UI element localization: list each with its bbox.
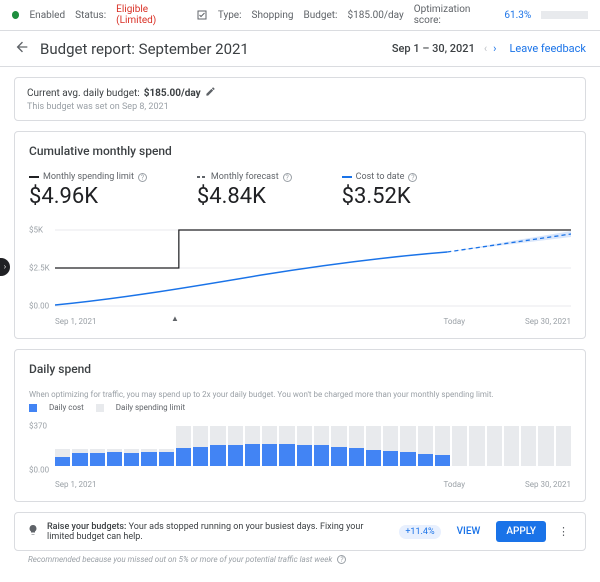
campaign-top-bar: Enabled Status: Eligible (Limited) Type:… bbox=[0, 0, 600, 31]
recommendation-footnote: Recommended because you missed out on 5%… bbox=[14, 551, 586, 572]
legend-cost-swatch-icon bbox=[29, 404, 37, 412]
bar-day bbox=[141, 426, 156, 466]
recommendation-impact-badge: +11.4% bbox=[399, 525, 440, 539]
bar-day bbox=[210, 426, 225, 466]
type-label: Type: bbox=[218, 10, 242, 21]
budget-value: $185.00/day bbox=[347, 10, 403, 21]
apply-recommendation-button[interactable]: APPLY bbox=[496, 521, 546, 542]
current-budget-value: $185.00/day bbox=[144, 88, 201, 99]
bar-day bbox=[159, 426, 174, 466]
cumulative-chart-svg bbox=[55, 223, 571, 313]
date-next-icon[interactable]: › bbox=[490, 42, 499, 55]
enabled-label: Enabled bbox=[29, 10, 65, 21]
edit-budget-icon[interactable] bbox=[205, 86, 216, 100]
bar-day bbox=[72, 426, 87, 466]
bar-day bbox=[538, 426, 553, 466]
metric-spending-limit: Monthly spending limit? $4.96K bbox=[29, 172, 147, 209]
bar-day bbox=[193, 426, 208, 466]
status-value: Eligible (Limited) bbox=[116, 4, 186, 26]
view-recommendation-button[interactable]: VIEW bbox=[449, 522, 489, 541]
bar-day bbox=[400, 426, 415, 466]
metric-row: Monthly spending limit? $4.96K Monthly f… bbox=[29, 172, 571, 209]
cumulative-spend-card: Cumulative monthly spend Monthly spendin… bbox=[14, 131, 586, 339]
bar-day bbox=[90, 426, 105, 466]
legend-limit-swatch-icon bbox=[96, 404, 104, 412]
page-header: Budget report: September 2021 Sep 1 – 30… bbox=[0, 31, 600, 67]
recommendation-text: Raise your budgets: Your ads stopped run… bbox=[47, 522, 391, 542]
bar-day bbox=[245, 426, 260, 466]
metric-forecast: Monthly forecast? $4.84K bbox=[197, 172, 292, 209]
bar-day bbox=[331, 426, 346, 466]
cumulative-x-axis: Sep 1, 2021 Today Sep 30, 2021 bbox=[29, 317, 571, 326]
bar-day bbox=[349, 426, 364, 466]
leave-feedback-link[interactable]: Leave feedback bbox=[509, 42, 586, 55]
date-prev-icon[interactable]: ‹ bbox=[481, 42, 490, 55]
bar-day bbox=[55, 426, 70, 466]
opt-score-label: Optimization score: bbox=[414, 4, 495, 26]
bar-day bbox=[469, 426, 484, 466]
status-check-icon bbox=[196, 9, 208, 21]
bar-day bbox=[124, 426, 139, 466]
bar-day bbox=[107, 426, 122, 466]
budget-label: Budget: bbox=[303, 10, 337, 21]
cumulative-chart: $5K $2.5K $0.00 ▲ bbox=[29, 223, 571, 313]
metric-cost-to-date: Cost to date? $3.52K bbox=[342, 172, 418, 209]
current-budget-label: Current avg. daily budget: bbox=[27, 88, 140, 99]
daily-legend: Daily cost Daily spending limit bbox=[29, 403, 571, 412]
date-range[interactable]: Sep 1 – 30, 2021 bbox=[392, 42, 475, 55]
back-arrow-icon[interactable] bbox=[14, 39, 30, 58]
recommendation-card: Raise your budgets: Your ads stopped run… bbox=[14, 512, 586, 551]
daily-note: When optimizing for traffic, you may spe… bbox=[29, 390, 571, 399]
help-icon[interactable]: ? bbox=[283, 173, 292, 182]
bar-day bbox=[366, 426, 381, 466]
daily-title: Daily spend bbox=[29, 362, 571, 376]
bar-day bbox=[504, 426, 519, 466]
bar-day bbox=[487, 426, 502, 466]
opt-score-value: 61.3% bbox=[504, 10, 531, 21]
bar-day bbox=[279, 426, 294, 466]
bar-day bbox=[262, 426, 277, 466]
bar-day bbox=[228, 426, 243, 466]
bar-day bbox=[418, 426, 433, 466]
help-icon[interactable]: ? bbox=[138, 173, 147, 182]
status-label: Status: bbox=[75, 10, 106, 21]
bar-day bbox=[435, 426, 450, 466]
bar-day bbox=[452, 426, 467, 466]
budget-set-date: This budget was set on Sep 8, 2021 bbox=[27, 102, 573, 112]
daily-chart: $370 $0.00 bbox=[29, 418, 571, 478]
lightbulb-icon bbox=[27, 524, 39, 539]
daily-x-axis: Sep 1, 2021 Today Sep 30, 2021 bbox=[29, 480, 571, 489]
help-icon[interactable]: ? bbox=[408, 173, 417, 182]
bar-day bbox=[521, 426, 536, 466]
bar-day bbox=[297, 426, 312, 466]
bar-day bbox=[556, 426, 571, 466]
more-options-icon[interactable]: ⋮ bbox=[554, 525, 573, 538]
status-dot-icon bbox=[12, 11, 19, 19]
help-icon[interactable]: ? bbox=[337, 555, 346, 564]
daily-spend-card: Daily spend When optimizing for traffic,… bbox=[14, 349, 586, 502]
bar-day bbox=[314, 426, 329, 466]
cumulative-title: Cumulative monthly spend bbox=[29, 144, 571, 158]
budget-change-marker-icon: ▲ bbox=[171, 314, 179, 323]
bar-day bbox=[176, 426, 191, 466]
type-value: Shopping bbox=[252, 10, 294, 21]
bar-day bbox=[383, 426, 398, 466]
page-title: Budget report: September 2021 bbox=[40, 40, 392, 58]
opt-score-bar bbox=[541, 11, 588, 19]
budget-summary-card: Current avg. daily budget: $185.00/day T… bbox=[14, 77, 586, 121]
